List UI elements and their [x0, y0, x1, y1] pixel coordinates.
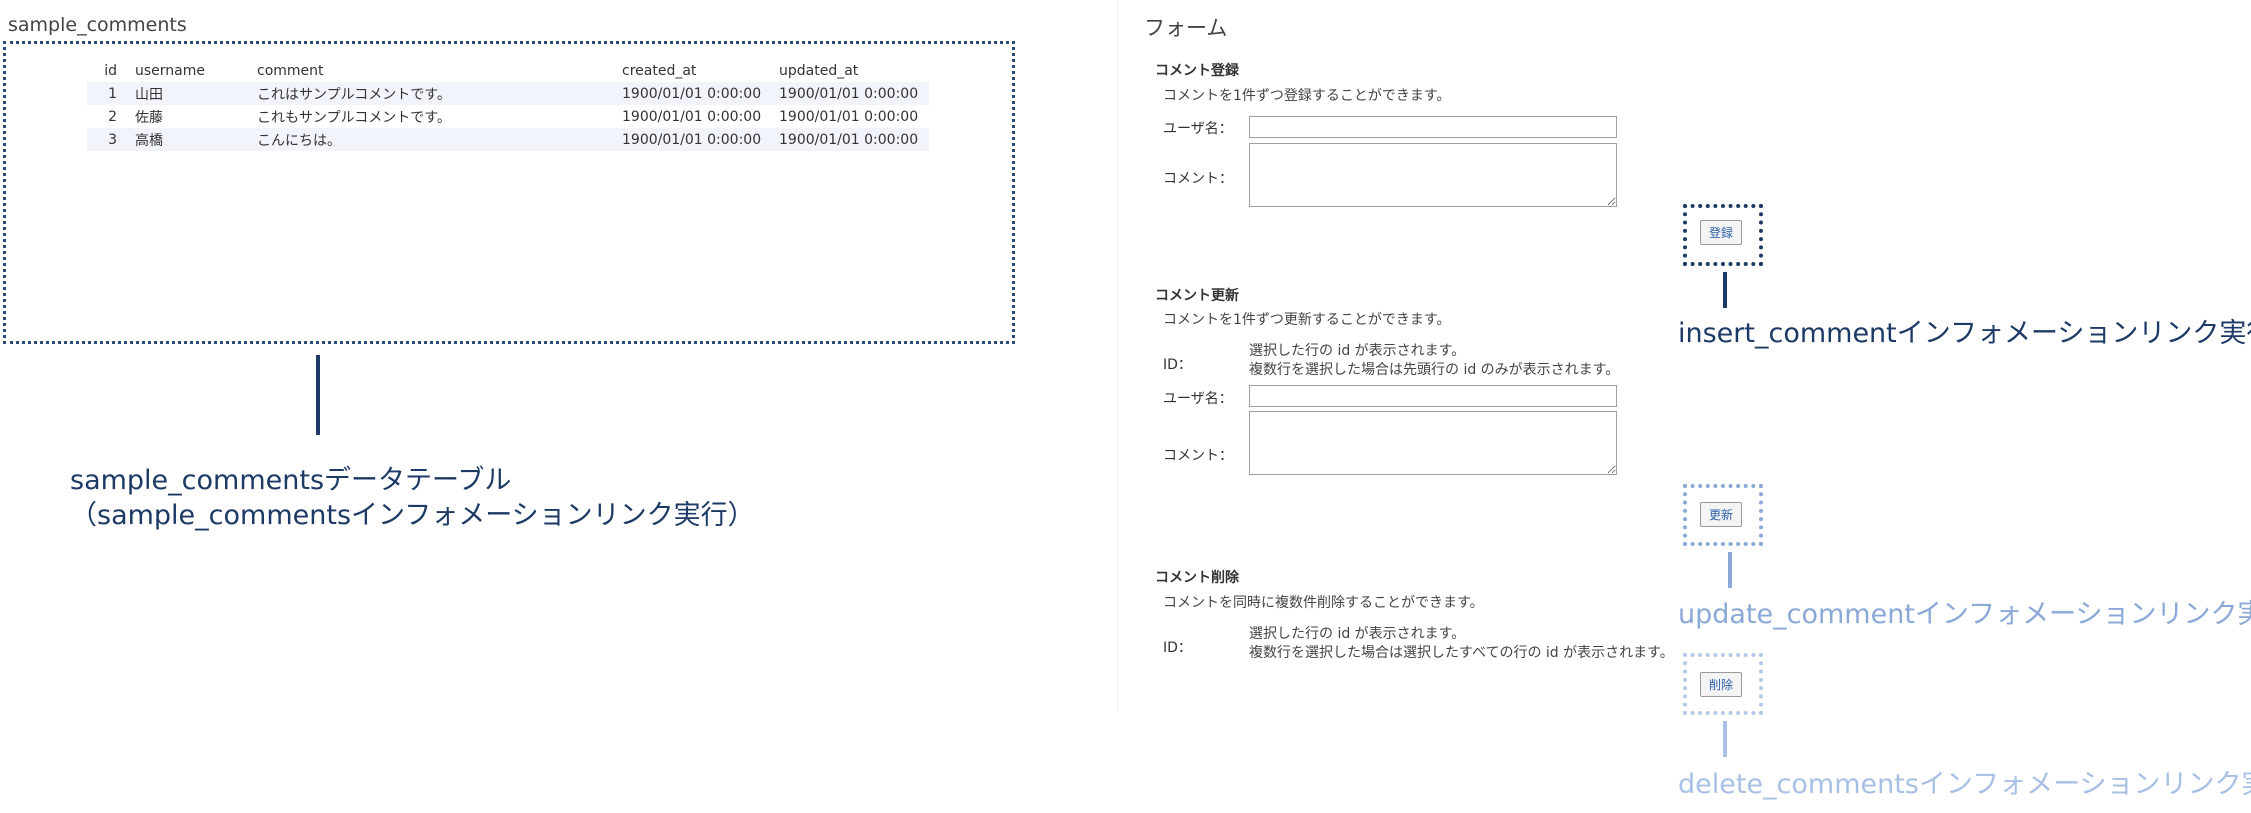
insert-comment-label: コメント： [1163, 171, 1233, 187]
cell-updated-at: 1900/01/01 0:00:00 [779, 128, 929, 151]
cell-created-at: 1900/01/01 0:00:00 [622, 128, 779, 151]
table-header-row: id username comment created_at updated_a… [87, 60, 929, 82]
delete-section-description: コメントを同時に複数件削除することができます。 [1163, 595, 1484, 611]
form-title: フォーム [1144, 16, 1228, 40]
insert-comment-textarea[interactable] [1249, 143, 1617, 207]
delete-id-note: 選択した行の id が表示されます。 複数行を選択した場合は選択したすべての行の… [1249, 625, 1674, 663]
column-header-updated-at[interactable]: updated_at [779, 60, 929, 82]
update-username-input[interactable] [1249, 385, 1617, 407]
update-id-label: ID： [1163, 357, 1192, 373]
delete-id-note-line1: 選択した行の id が表示されます。 [1249, 626, 1466, 642]
delete-button[interactable]: 削除 [1700, 672, 1743, 697]
update-username-label: ユーザ名： [1163, 391, 1233, 407]
update-id-note-line1: 選択した行の id が表示されます。 [1249, 343, 1466, 359]
update-callout-text: update_commentインフォメーションリンク実行 [1678, 599, 2251, 630]
delete-id-label: ID： [1163, 640, 1192, 656]
cell-created-at: 1900/01/01 0:00:00 [622, 108, 762, 125]
delete-section-title: コメント削除 [1155, 570, 1239, 586]
table-callout-line2: （sample_commentsインフォメーションリンク実行） [70, 500, 755, 531]
table-callout-connector [316, 355, 320, 435]
update-id-note-line2: 複数行を選択した場合は先頭行の id のみが表示されます。 [1249, 362, 1620, 378]
column-header-comment[interactable]: comment [257, 60, 622, 82]
cell-updated-at: 1900/01/01 0:00:00 [779, 82, 929, 105]
insert-callout-text: insert_commentインフォメーションリンク実行 [1678, 318, 2251, 349]
table-panel-title: sample_comments [8, 14, 187, 36]
update-callout-connector [1728, 552, 1732, 588]
delete-callout-connector [1723, 721, 1727, 757]
column-header-id[interactable]: id [87, 60, 135, 82]
column-header-username[interactable]: username [135, 60, 257, 82]
cell-id: 3 [87, 128, 135, 151]
insert-username-label: ユーザ名： [1163, 121, 1233, 137]
insert-section-description: コメントを1件ずつ登録することができます。 [1163, 88, 1451, 104]
update-id-note: 選択した行の id が表示されます。 複数行を選択した場合は先頭行の id のみ… [1249, 342, 1619, 380]
table-row[interactable]: 3 高橋 こんにちは。 1900/01/01 0:00:00 1900/01/0… [87, 128, 929, 151]
insert-button[interactable]: 登録 [1700, 220, 1743, 245]
cell-created-at: 1900/01/01 0:00:00 [622, 82, 779, 105]
cell-comment: こんにちは。 [257, 128, 622, 151]
update-comment-label: コメント： [1163, 448, 1233, 464]
insert-callout-connector [1723, 272, 1727, 308]
update-button[interactable]: 更新 [1700, 502, 1743, 527]
table-row[interactable]: 1 山田 これはサンプルコメントです。 1900/01/01 0:00:00 1… [87, 82, 929, 105]
update-section-title: コメント更新 [1155, 288, 1239, 304]
cell-username: 佐藤 [135, 109, 163, 126]
cell-id: 2 [108, 108, 117, 125]
table-callout-line1: sample_commentsデータテーブル [70, 465, 512, 496]
cell-id: 1 [87, 82, 135, 105]
delete-id-note-line2: 複数行を選択した場合は選択したすべての行の id が表示されます。 [1249, 645, 1674, 661]
table-row[interactable]: 2 佐藤 これもサンプルコメントです。 1900/01/01 0:00:00 1… [87, 105, 929, 128]
column-header-created-at[interactable]: created_at [622, 60, 779, 82]
delete-callout-text: delete_commentsインフォメーションリンク実行 [1678, 769, 2251, 800]
cell-username: 高橋 [135, 128, 257, 151]
update-comment-textarea[interactable] [1249, 411, 1617, 475]
cell-username: 山田 [135, 82, 257, 105]
panel-divider [1117, 0, 1118, 712]
update-section-description: コメントを1件ずつ更新することができます。 [1163, 312, 1451, 328]
cell-comment: これもサンプルコメントです。 [257, 109, 451, 126]
insert-username-input[interactable] [1249, 116, 1617, 138]
cell-updated-at: 1900/01/01 0:00:00 [779, 108, 919, 125]
cell-comment: これはサンプルコメントです。 [257, 82, 622, 105]
sample-comments-table[interactable]: id username comment created_at updated_a… [87, 60, 929, 151]
insert-section-title: コメント登録 [1155, 63, 1239, 79]
